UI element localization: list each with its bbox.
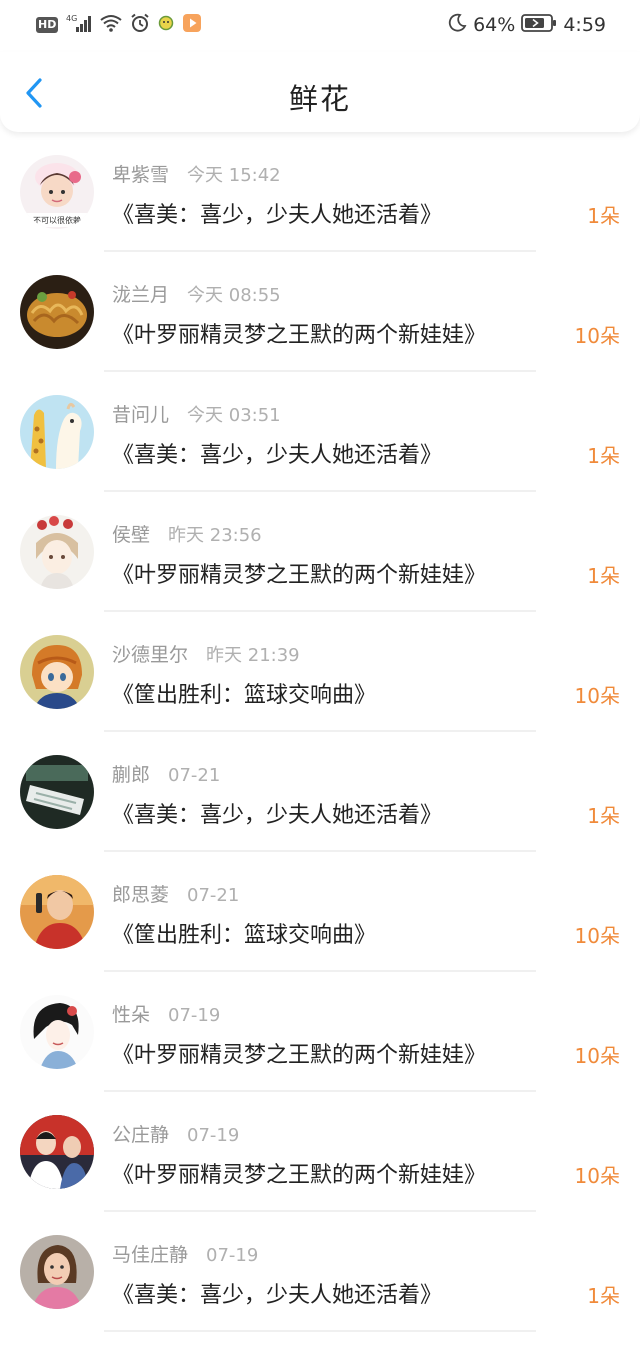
book-title[interactable]: 《筐出胜利：篮球交响曲》 [112,677,376,709]
avatar[interactable] [20,875,94,949]
app-icon [158,15,174,35]
avatar[interactable] [20,1115,94,1189]
status-bar-right: 64% 4:59 [447,12,606,38]
sender-name: 蒯郎 07-21 [112,764,221,786]
avatar[interactable] [20,1235,94,1309]
network-type: 4G [66,14,77,23]
book-title[interactable]: 《喜美：喜少，少夫人她还活着》 [112,1277,442,1309]
flower-count: 1朵 [587,1284,620,1308]
list-item[interactable]: 马佳庄静 07-19 《喜美：喜少，少夫人她还活着》 1朵 [0,1212,640,1332]
status-bar-left: HD 4G [36,12,202,38]
flower-count: 10朵 [574,324,620,348]
sender-name: 卑紫雪 今天 15:42 [112,164,281,186]
flower-count: 1朵 [587,204,620,228]
book-title[interactable]: 《喜美：喜少，少夫人她还活着》 [112,197,442,229]
book-title[interactable]: 《叶罗丽精灵梦之王默的两个新娃娃》 [112,557,486,589]
battery-icon [521,13,557,38]
list-item[interactable]: 昔问儿 今天 03:51 《喜美：喜少，少夫人她还活着》 1朵 [0,372,640,492]
list-item[interactable]: 郎思菱 07-21 《筐出胜利：篮球交响曲》 10朵 [0,852,640,972]
list-item[interactable]: 泷兰月 今天 08:55 《叶罗丽精灵梦之王默的两个新娃娃》 10朵 [0,252,640,372]
avatar[interactable] [20,515,94,589]
nav-header: 鲜花 [0,52,640,132]
gift-time: 今天 15:42 [187,165,281,186]
sender-name: 侯壁 昨天 23:56 [112,524,262,546]
avatar[interactable] [20,635,94,709]
page-title: 鲜花 [288,82,351,116]
book-title[interactable]: 《叶罗丽精灵梦之王默的两个新娃娃》 [112,317,486,349]
moon-icon [447,13,467,38]
avatar-caption: 不可以很依赖 [33,215,81,225]
gift-time: 07-21 [168,765,221,786]
flower-count: 10朵 [574,684,620,708]
gift-time: 昨天 21:39 [206,645,300,666]
sender-name: 沙德里尔 昨天 21:39 [112,644,300,666]
gift-time: 今天 08:55 [187,285,281,306]
play-icon [182,13,202,37]
book-title[interactable]: 《叶罗丽精灵梦之王默的两个新娃娃》 [112,1037,486,1069]
book-title[interactable]: 《叶罗丽精灵梦之王默的两个新娃娃》 [112,1157,486,1189]
flower-count: 1朵 [587,444,620,468]
flower-gift-list: 不可以很依赖 卑紫雪 今天 15:42 《喜美：喜少，少夫人她还活着》 1朵 泷兰… [0,132,640,1332]
gift-time: 07-19 [168,1005,221,1026]
gift-time: 07-19 [187,1125,240,1146]
flower-count: 10朵 [574,924,620,948]
sender-name: 昔问儿 今天 03:51 [112,404,281,426]
clock-time: 4:59 [563,14,606,36]
book-title[interactable]: 《筐出胜利：篮球交响曲》 [112,917,376,949]
avatar[interactable] [20,755,94,829]
flower-count: 1朵 [587,564,620,588]
list-item[interactable]: 蒯郎 07-21 《喜美：喜少，少夫人她还活着》 1朵 [0,732,640,852]
signal-icon: 4G [66,13,92,37]
gift-time: 07-21 [187,885,240,906]
avatar[interactable] [20,395,94,469]
list-item[interactable]: 公庄静 07-19 《叶罗丽精灵梦之王默的两个新娃娃》 10朵 [0,1092,640,1212]
alarm-icon [130,13,150,37]
hd-badge: HD [36,17,59,33]
flower-count: 10朵 [574,1044,620,1068]
flower-count: 1朵 [587,804,620,828]
avatar[interactable] [20,995,94,1069]
sender-name: 泷兰月 今天 08:55 [112,284,281,306]
gift-time: 今天 03:51 [187,405,281,426]
gift-time: 07-19 [206,1245,259,1266]
list-item[interactable]: 性朵 07-19 《叶罗丽精灵梦之王默的两个新娃娃》 10朵 [0,972,640,1092]
gift-time: 昨天 23:56 [168,525,262,546]
avatar[interactable] [20,275,94,349]
book-title[interactable]: 《喜美：喜少，少夫人她还活着》 [112,437,442,469]
book-title[interactable]: 《喜美：喜少，少夫人她还活着》 [112,797,442,829]
battery-percent: 64% [473,14,516,36]
list-item[interactable]: 侯壁 昨天 23:56 《叶罗丽精灵梦之王默的两个新娃娃》 1朵 [0,492,640,612]
sender-name: 公庄静 07-19 [112,1124,240,1146]
avatar[interactable]: 不可以很依赖 [20,155,94,229]
sender-name: 马佳庄静 07-19 [112,1244,259,1266]
divider [104,1330,536,1332]
list-item[interactable]: 不可以很依赖 卑紫雪 今天 15:42 《喜美：喜少，少夫人她还活着》 1朵 [0,132,640,252]
list-item[interactable]: 沙德里尔 昨天 21:39 《筐出胜利：篮球交响曲》 10朵 [0,612,640,732]
wifi-icon [100,14,122,36]
flower-count: 10朵 [574,1164,620,1188]
status-bar: HD 4G 64% 4:59 [0,0,640,52]
sender-name: 性朵 07-19 [112,1004,221,1026]
sender-name: 郎思菱 07-21 [112,884,240,906]
